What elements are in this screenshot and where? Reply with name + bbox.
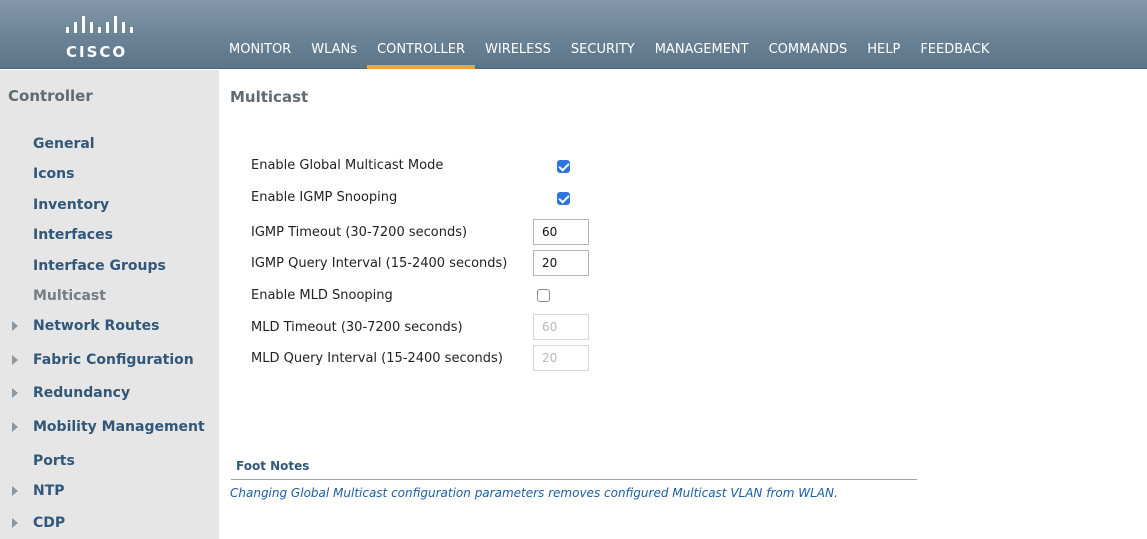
sidebar-item-ports[interactable]: Ports	[33, 453, 75, 469]
global-multicast-label: Enable Global Multicast Mode	[251, 158, 444, 173]
sidebar-item-inventory[interactable]: Inventory	[33, 197, 109, 213]
main-nav: MONITOR WLANs CONTROLLER WIRELESS SECURI…	[219, 0, 999, 69]
mld-query-interval-input[interactable]	[533, 345, 589, 371]
nav-commands[interactable]: COMMANDS	[759, 0, 858, 69]
mld-timeout-label: MLD Timeout (30-7200 seconds)	[251, 320, 463, 335]
foot-notes-text: Changing Global Multicast configuration …	[230, 486, 838, 500]
sidebar-item-label: Redundancy	[33, 385, 131, 401]
sidebar-item-label: Fabric Configuration	[33, 352, 194, 368]
nav-controller[interactable]: CONTROLLER	[367, 0, 475, 69]
sidebar-item-interface-groups[interactable]: Interface Groups	[33, 258, 166, 274]
sidebar-item-multicast[interactable]: Multicast	[33, 288, 106, 304]
expand-arrow-icon	[12, 518, 18, 528]
sidebar-item-redundancy[interactable]: Redundancy	[12, 385, 131, 401]
igmp-timeout-input[interactable]	[533, 219, 589, 245]
nav-help[interactable]: HELP	[857, 0, 910, 69]
expand-arrow-icon	[12, 321, 18, 331]
foot-notes-title: Foot Notes	[236, 459, 310, 473]
page-title: Multicast	[230, 88, 309, 106]
nav-monitor[interactable]: MONITOR	[219, 0, 301, 69]
sidebar-item-fabric-configuration[interactable]: Fabric Configuration	[12, 352, 194, 368]
expand-arrow-icon	[12, 422, 18, 432]
sidebar-item-icons[interactable]: Icons	[33, 166, 74, 182]
sidebar: Controller General Icons Inventory Inter…	[0, 70, 219, 539]
mld-timeout-input[interactable]	[533, 314, 589, 340]
nav-feedback[interactable]: FEEDBACK	[910, 0, 999, 69]
igmp-timeout-label: IGMP Timeout (30-7200 seconds)	[251, 225, 468, 240]
sidebar-item-label: Network Routes	[33, 318, 160, 334]
sidebar-title: Controller	[8, 87, 93, 105]
expand-arrow-icon	[12, 388, 18, 398]
sidebar-item-general[interactable]: General	[33, 136, 95, 152]
global-multicast-checkbox[interactable]	[557, 160, 570, 173]
sidebar-item-cdp[interactable]: CDP	[12, 515, 66, 531]
mld-snooping-label: Enable MLD Snooping	[251, 288, 393, 303]
igmp-snooping-label: Enable IGMP Snooping	[251, 190, 398, 205]
igmp-snooping-checkbox[interactable]	[557, 192, 570, 205]
top-navigation-bar: CISCO MONITOR WLANs CONTROLLER WIRELESS …	[0, 0, 1147, 69]
mld-snooping-checkbox[interactable]	[537, 289, 550, 302]
nav-wlans[interactable]: WLANs	[301, 0, 367, 69]
sidebar-item-label: NTP	[33, 483, 65, 499]
nav-security[interactable]: SECURITY	[561, 0, 645, 69]
cisco-bars-icon	[66, 16, 133, 33]
sidebar-item-network-routes[interactable]: Network Routes	[12, 318, 160, 334]
cisco-logo: CISCO	[66, 16, 156, 64]
expand-arrow-icon	[12, 355, 18, 365]
nav-management[interactable]: MANAGEMENT	[645, 0, 759, 69]
foot-notes-divider	[231, 479, 917, 480]
sidebar-item-label: CDP	[33, 515, 66, 531]
sidebar-item-mobility-management[interactable]: Mobility Management	[12, 419, 205, 435]
igmp-query-interval-input[interactable]	[533, 250, 589, 276]
sidebar-item-label: Mobility Management	[33, 419, 205, 435]
nav-wireless[interactable]: WIRELESS	[475, 0, 561, 69]
igmp-query-interval-label: IGMP Query Interval (15-2400 seconds)	[251, 256, 508, 271]
expand-arrow-icon	[12, 486, 18, 496]
sidebar-item-ntp[interactable]: NTP	[12, 483, 65, 499]
mld-query-interval-label: MLD Query Interval (15-2400 seconds)	[251, 351, 503, 366]
sidebar-item-interfaces[interactable]: Interfaces	[33, 227, 113, 243]
cisco-logo-text: CISCO	[66, 43, 128, 61]
main-content: Multicast Enable Global Multicast Mode E…	[219, 70, 1147, 539]
